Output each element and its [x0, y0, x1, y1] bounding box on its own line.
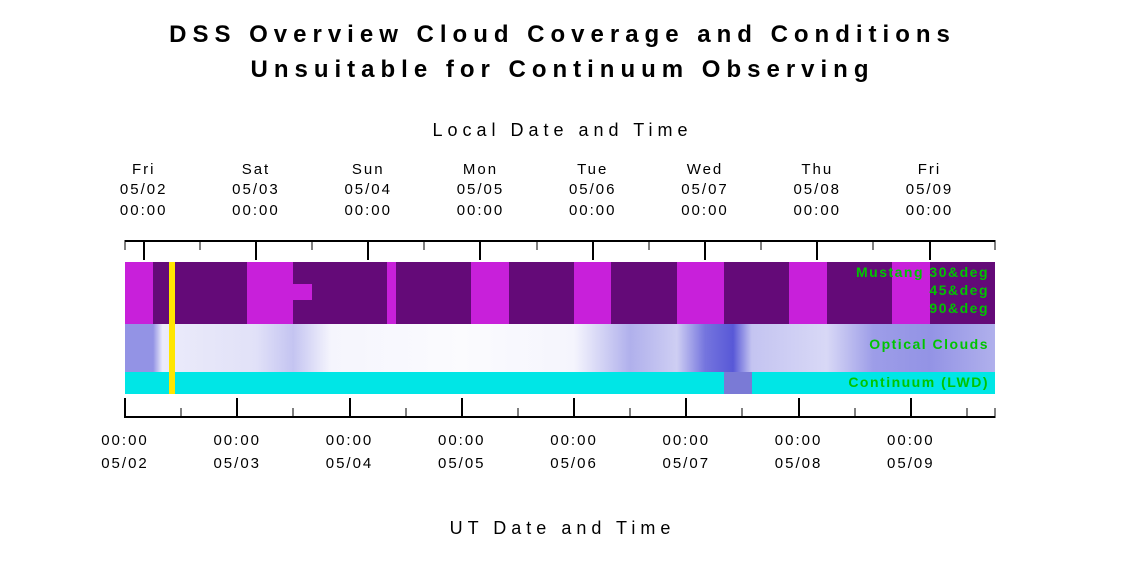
ut-tick: 00:0005/03 — [187, 430, 287, 475]
continuum-lwd-band — [125, 372, 995, 394]
top-axis-label: Local Date and Time — [0, 120, 1125, 141]
bottom-axis-label: UT Date and Time — [0, 518, 1125, 539]
title-line-2: Unsuitable for Continuum Observing — [250, 56, 874, 83]
ut-tick: 00:0005/04 — [300, 430, 400, 475]
ut-time-axis: 00:0005/0200:0005/0300:0005/0400:0005/05… — [125, 430, 995, 490]
ut-tick: 00:0005/06 — [524, 430, 624, 475]
ut-tick: 00:0005/08 — [749, 430, 849, 475]
mustang-band — [125, 262, 995, 324]
local-tick: Wed05/0700:00 — [655, 160, 755, 221]
ut-time-axis-line — [125, 394, 995, 418]
ut-tick: 00:0005/05 — [412, 430, 512, 475]
local-tick: Tue05/0600:00 — [543, 160, 643, 221]
ut-tick: 00:0005/07 — [636, 430, 736, 475]
local-tick: Fri05/0200:00 — [94, 160, 194, 221]
local-tick: Sun05/0400:00 — [318, 160, 418, 221]
title-line-1: DSS Overview Cloud Coverage and Conditio… — [169, 21, 956, 48]
local-tick: Fri05/0900:00 — [880, 160, 980, 221]
local-tick: Thu05/0800:00 — [767, 160, 867, 221]
optical-clouds-band — [125, 324, 995, 372]
chart-title: DSS Overview Cloud Coverage and Conditio… — [0, 18, 1125, 88]
local-time-axis-line — [125, 240, 995, 264]
ut-tick: 00:0005/02 — [75, 430, 175, 475]
local-time-axis: Fri05/0200:00Sat05/0300:00Sun05/0400:00M… — [125, 160, 995, 240]
local-tick: Mon05/0500:00 — [430, 160, 530, 221]
ut-tick: 00:0005/09 — [861, 430, 961, 475]
local-tick: Sat05/0300:00 — [206, 160, 306, 221]
